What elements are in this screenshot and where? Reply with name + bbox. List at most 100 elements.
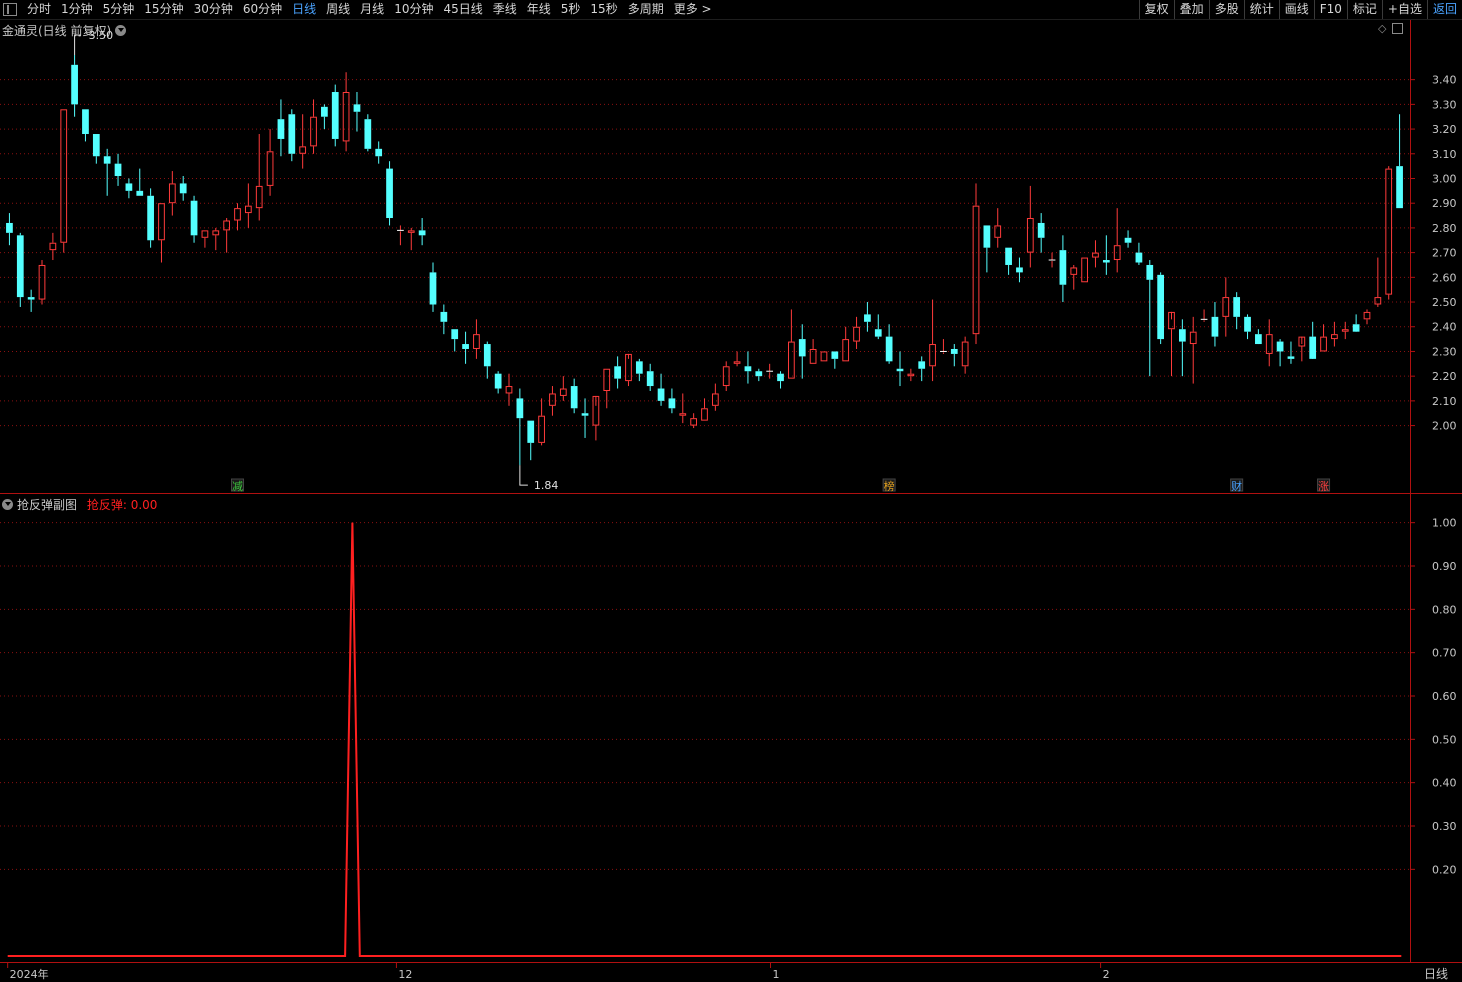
toolbar-action-3[interactable]: 统计 bbox=[1245, 0, 1279, 19]
candle[interactable] bbox=[386, 161, 393, 226]
candle[interactable] bbox=[646, 363, 654, 391]
candle[interactable] bbox=[755, 368, 763, 382]
candle[interactable] bbox=[1189, 316, 1197, 384]
candle[interactable] bbox=[972, 183, 980, 345]
candle[interactable] bbox=[277, 99, 285, 157]
candle[interactable] bbox=[451, 329, 459, 352]
candle[interactable] bbox=[429, 262, 437, 312]
candle[interactable] bbox=[60, 109, 68, 253]
period-tab-3[interactable]: 15分钟 bbox=[139, 0, 188, 19]
candle[interactable] bbox=[179, 176, 187, 201]
candle[interactable] bbox=[1396, 114, 1403, 209]
candle[interactable] bbox=[842, 326, 850, 362]
candle[interactable] bbox=[1385, 166, 1393, 300]
period-tab-1[interactable]: 1分钟 bbox=[56, 0, 98, 19]
period-tab-2[interactable]: 5分钟 bbox=[98, 0, 140, 19]
candle[interactable] bbox=[918, 356, 926, 382]
candle[interactable] bbox=[907, 368, 915, 382]
candle[interactable] bbox=[798, 324, 806, 379]
candle[interactable] bbox=[136, 168, 144, 196]
candle[interactable] bbox=[440, 304, 448, 335]
candle[interactable] bbox=[940, 339, 947, 354]
candle[interactable] bbox=[212, 227, 220, 251]
period-tab-4[interactable]: 30分钟 bbox=[189, 0, 238, 19]
candle[interactable] bbox=[527, 420, 535, 461]
toolbar-action-0[interactable]: 复权 bbox=[1140, 0, 1174, 19]
candle[interactable] bbox=[49, 232, 57, 261]
candle[interactable] bbox=[38, 260, 46, 305]
toolbar-action-7[interactable]: +自选 bbox=[1383, 0, 1427, 19]
candle[interactable] bbox=[625, 353, 632, 387]
candle[interactable] bbox=[592, 395, 600, 441]
candle[interactable] bbox=[353, 92, 361, 132]
candle[interactable] bbox=[92, 134, 100, 164]
candle[interactable] bbox=[1016, 257, 1023, 283]
candle[interactable] bbox=[950, 344, 958, 367]
candle[interactable] bbox=[820, 351, 828, 362]
candle[interactable] bbox=[1276, 339, 1284, 367]
candle[interactable] bbox=[1157, 272, 1165, 345]
candle[interactable] bbox=[788, 309, 795, 379]
candle[interactable] bbox=[266, 129, 274, 196]
candle[interactable] bbox=[896, 351, 904, 387]
candle[interactable] bbox=[462, 331, 469, 364]
period-tab-11[interactable]: 季线 bbox=[488, 0, 522, 19]
candle[interactable] bbox=[1081, 257, 1088, 283]
candle[interactable] bbox=[82, 109, 89, 142]
period-tab-14[interactable]: 15秒 bbox=[585, 0, 622, 19]
event-badge-label[interactable]: 涨 bbox=[1318, 480, 1329, 493]
candle[interactable] bbox=[929, 299, 936, 382]
main-chart-pane[interactable]: 2.00 2.10 2.20 2.30 2.40 2.50 2.60 2.70 2.80 2.90… bbox=[0, 20, 1457, 493]
candle[interactable] bbox=[1200, 309, 1208, 322]
candle[interactable] bbox=[114, 153, 122, 186]
candle[interactable] bbox=[1331, 321, 1338, 347]
candle[interactable] bbox=[1146, 260, 1154, 377]
candle[interactable] bbox=[961, 336, 969, 374]
candle[interactable] bbox=[1374, 257, 1382, 307]
toolbar-action-2[interactable]: 多股 bbox=[1210, 0, 1244, 19]
candle[interactable] bbox=[1233, 292, 1241, 330]
indicator-pane[interactable]: 0.20 0.30 0.40 0.50 0.60 0.70 0.80 0.90 1.00 抢反弹… bbox=[0, 494, 1457, 962]
candle[interactable] bbox=[331, 84, 339, 147]
candle[interactable] bbox=[1222, 277, 1230, 337]
candle[interactable] bbox=[668, 388, 676, 414]
candle[interactable] bbox=[1037, 213, 1045, 253]
candle[interactable] bbox=[321, 104, 328, 130]
candle[interactable] bbox=[244, 183, 252, 228]
period-tab-8[interactable]: 月线 bbox=[355, 0, 389, 19]
candle[interactable] bbox=[809, 339, 817, 364]
candle[interactable] bbox=[125, 178, 133, 199]
candle[interactable] bbox=[559, 376, 567, 401]
toolbar-action-5[interactable]: F10 bbox=[1315, 0, 1347, 19]
candle[interactable] bbox=[483, 341, 491, 379]
candle[interactable] bbox=[103, 148, 111, 196]
candle[interactable] bbox=[777, 371, 784, 389]
candle[interactable] bbox=[994, 208, 1002, 248]
candle[interactable] bbox=[1102, 235, 1110, 275]
toolbar-action-4[interactable]: 画线 bbox=[1280, 0, 1314, 19]
candle[interactable] bbox=[407, 227, 415, 251]
candle[interactable] bbox=[679, 393, 687, 424]
candle[interactable] bbox=[614, 356, 621, 389]
candle[interactable] bbox=[864, 302, 871, 332]
period-tab-15[interactable]: 多周期 bbox=[623, 0, 669, 19]
candle[interactable] bbox=[1341, 321, 1349, 340]
candle[interactable] bbox=[1113, 208, 1121, 273]
event-badge-label[interactable]: 减 bbox=[232, 480, 243, 493]
candle[interactable] bbox=[27, 289, 35, 312]
candle[interactable] bbox=[6, 213, 13, 246]
candle[interactable] bbox=[147, 188, 154, 248]
candle[interactable] bbox=[16, 232, 24, 307]
candle[interactable] bbox=[1265, 319, 1273, 367]
period-tab-13[interactable]: 5秒 bbox=[556, 0, 586, 19]
candle[interactable] bbox=[603, 368, 611, 409]
candle[interactable] bbox=[364, 114, 372, 152]
candle[interactable] bbox=[1070, 264, 1078, 290]
period-tab-9[interactable]: 10分钟 bbox=[389, 0, 438, 19]
candle[interactable] bbox=[1363, 309, 1371, 325]
candle[interactable] bbox=[397, 225, 404, 246]
period-tab-10[interactable]: 45日线 bbox=[438, 0, 487, 19]
candle[interactable] bbox=[190, 195, 198, 243]
candle[interactable] bbox=[1320, 324, 1327, 352]
period-tab-7[interactable]: 周线 bbox=[321, 0, 355, 19]
